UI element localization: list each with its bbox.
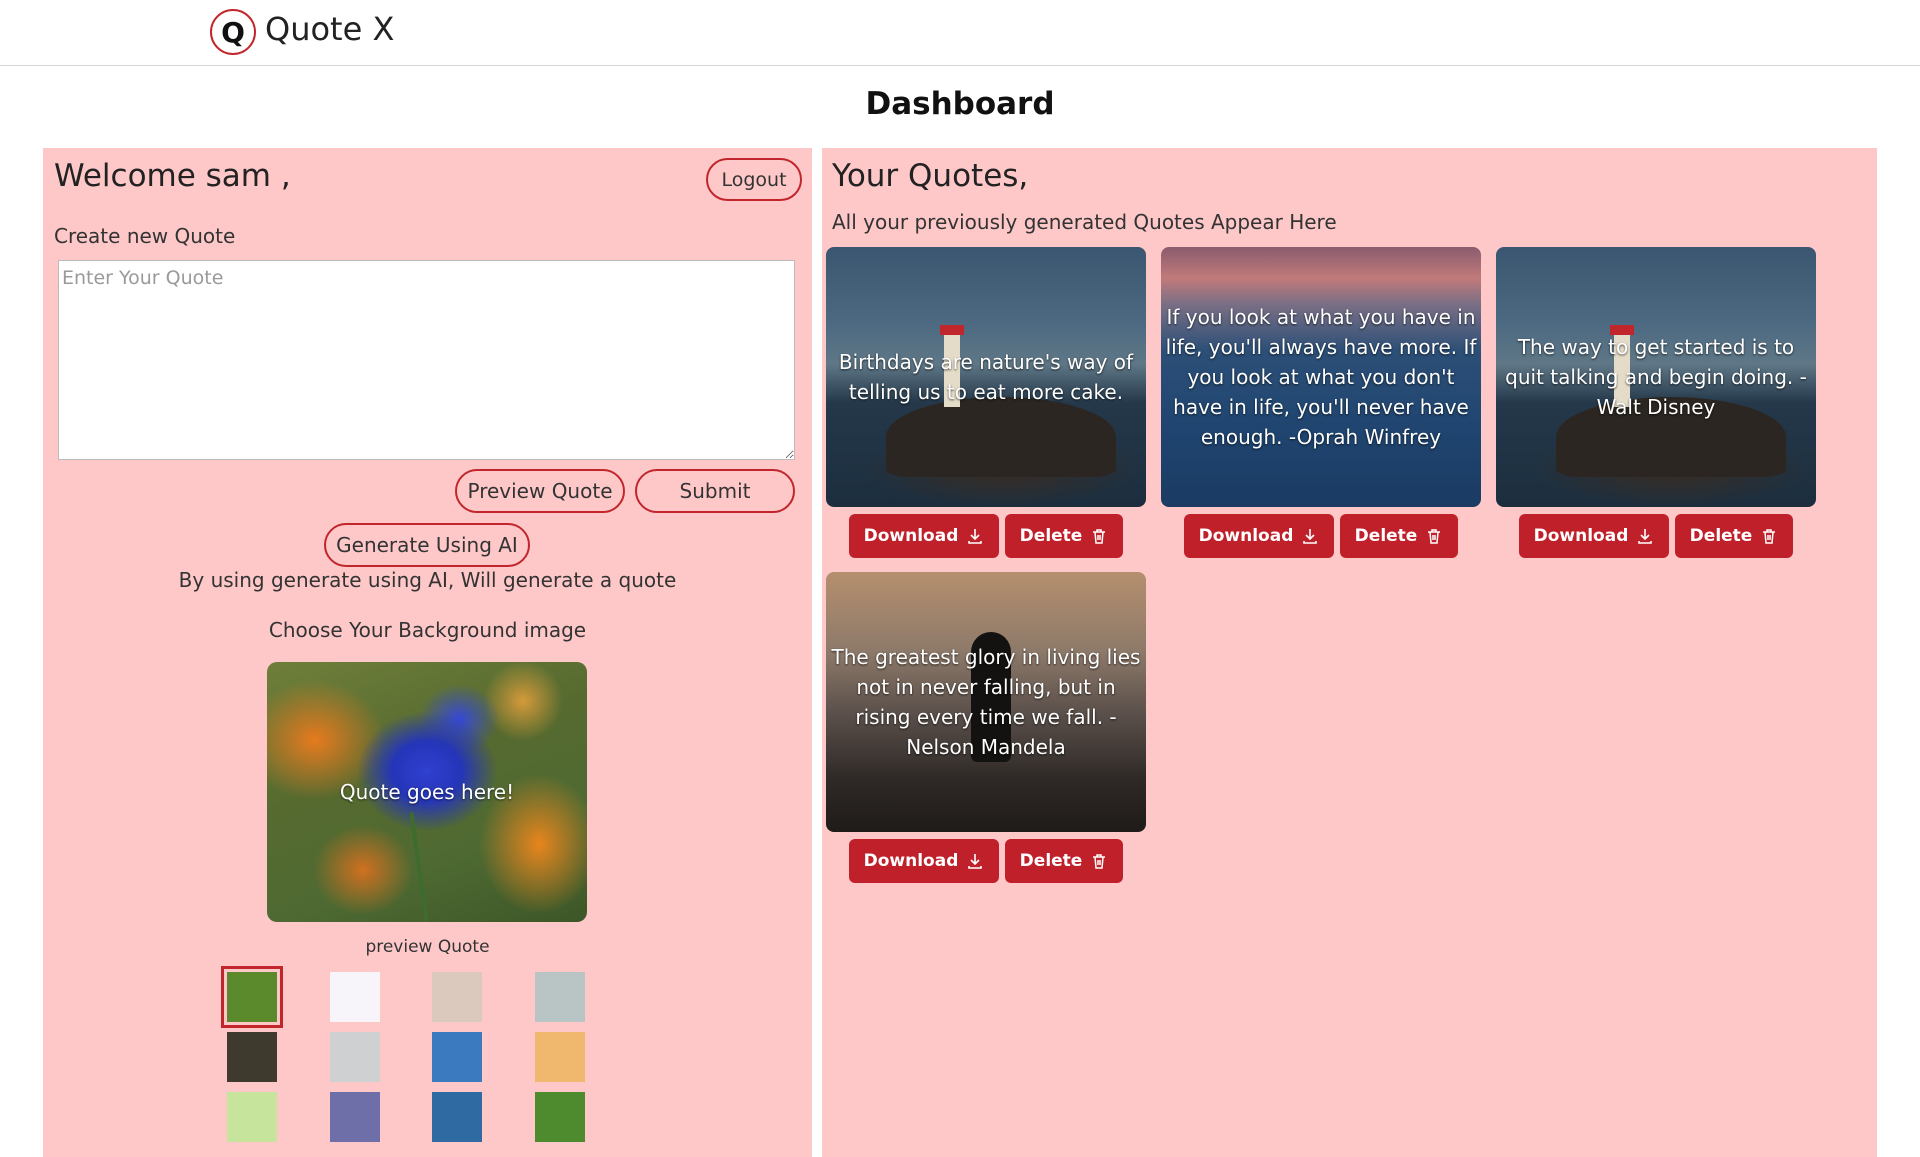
download-icon	[968, 854, 983, 869]
quote-card-image: The greatest glory in living lies not in…	[826, 572, 1146, 832]
delete-label: Delete	[1354, 526, 1418, 546]
welcome-message: Welcome sam ,	[54, 158, 291, 194]
your-quotes-title: Your Quotes,	[832, 158, 1029, 194]
download-button[interactable]: Download	[849, 839, 999, 883]
generate-ai-button[interactable]: Generate Using AI	[324, 523, 530, 567]
quote-preview-image: Quote goes here!	[267, 662, 587, 922]
delete-button[interactable]: Delete	[1005, 514, 1123, 558]
background-swatch[interactable]	[330, 1032, 380, 1082]
delete-button[interactable]: Delete	[1675, 514, 1793, 558]
background-swatch[interactable]	[535, 1092, 585, 1142]
background-label: Choose Your Background image	[268, 618, 587, 642]
trash-icon	[1763, 529, 1776, 544]
page-title: Dashboard	[865, 86, 1055, 122]
create-quote-label: Create new Quote	[54, 224, 236, 248]
download-icon	[1303, 529, 1318, 544]
download-icon	[968, 529, 983, 544]
quote-card-image: Birthdays are nature's way of telling us…	[826, 247, 1146, 507]
quote-card-image: The way to get started is to quit talkin…	[1496, 247, 1816, 507]
background-swatch[interactable]	[330, 972, 380, 1022]
download-icon	[1638, 529, 1653, 544]
preview-caption: preview Quote	[365, 937, 490, 957]
background-swatch[interactable]	[432, 1032, 482, 1082]
quote-card-image: If you look at what you have in life, yo…	[1161, 247, 1481, 507]
background-swatch[interactable]	[227, 1092, 277, 1142]
quote-card-text: If you look at what you have in life, yo…	[1165, 305, 1477, 449]
delete-label: Delete	[1019, 851, 1083, 871]
background-swatch[interactable]	[221, 966, 283, 1028]
download-button[interactable]: Download	[849, 514, 999, 558]
preview-quote-button[interactable]: Preview Quote	[455, 469, 625, 513]
background-swatch[interactable]	[432, 1092, 482, 1142]
top-navbar: Q Quote X	[0, 0, 1920, 66]
your-quotes-panel: Your Quotes, All your previously generat…	[822, 148, 1877, 1157]
brand-name[interactable]: Quote X	[265, 10, 394, 48]
quote-card-text: Birthdays are nature's way of telling us…	[838, 350, 1134, 404]
background-swatch[interactable]	[330, 1092, 380, 1142]
background-swatch[interactable]	[227, 1032, 277, 1082]
preview-quote-text: Quote goes here!	[339, 780, 515, 804]
ai-hint-text: By using generate using AI, Will generat…	[178, 568, 677, 592]
download-label: Download	[1533, 526, 1629, 546]
download-label: Download	[1198, 526, 1294, 546]
trash-icon	[1428, 529, 1441, 544]
background-swatch[interactable]	[535, 972, 585, 1022]
delete-button[interactable]: Delete	[1005, 839, 1123, 883]
download-label: Download	[863, 851, 959, 871]
delete-button[interactable]: Delete	[1340, 514, 1458, 558]
create-quote-panel: Welcome sam , Logout Create new Quote Pr…	[43, 148, 812, 1157]
download-button[interactable]: Download	[1184, 514, 1334, 558]
quote-input[interactable]	[58, 260, 795, 460]
your-quotes-subtitle: All your previously generated Quotes App…	[832, 210, 1337, 234]
background-swatch[interactable]	[535, 1032, 585, 1082]
trash-icon	[1093, 854, 1106, 869]
quote-card-text: The way to get started is to quit talkin…	[1505, 335, 1807, 419]
quote-card-text: The greatest glory in living lies not in…	[831, 645, 1141, 759]
logo-icon[interactable]: Q	[210, 9, 256, 55]
download-label: Download	[863, 526, 959, 546]
download-button[interactable]: Download	[1519, 514, 1669, 558]
delete-label: Delete	[1689, 526, 1753, 546]
background-swatch[interactable]	[432, 972, 482, 1022]
logout-button[interactable]: Logout	[706, 158, 802, 201]
submit-button[interactable]: Submit	[635, 469, 795, 513]
trash-icon	[1093, 529, 1106, 544]
delete-label: Delete	[1019, 526, 1083, 546]
